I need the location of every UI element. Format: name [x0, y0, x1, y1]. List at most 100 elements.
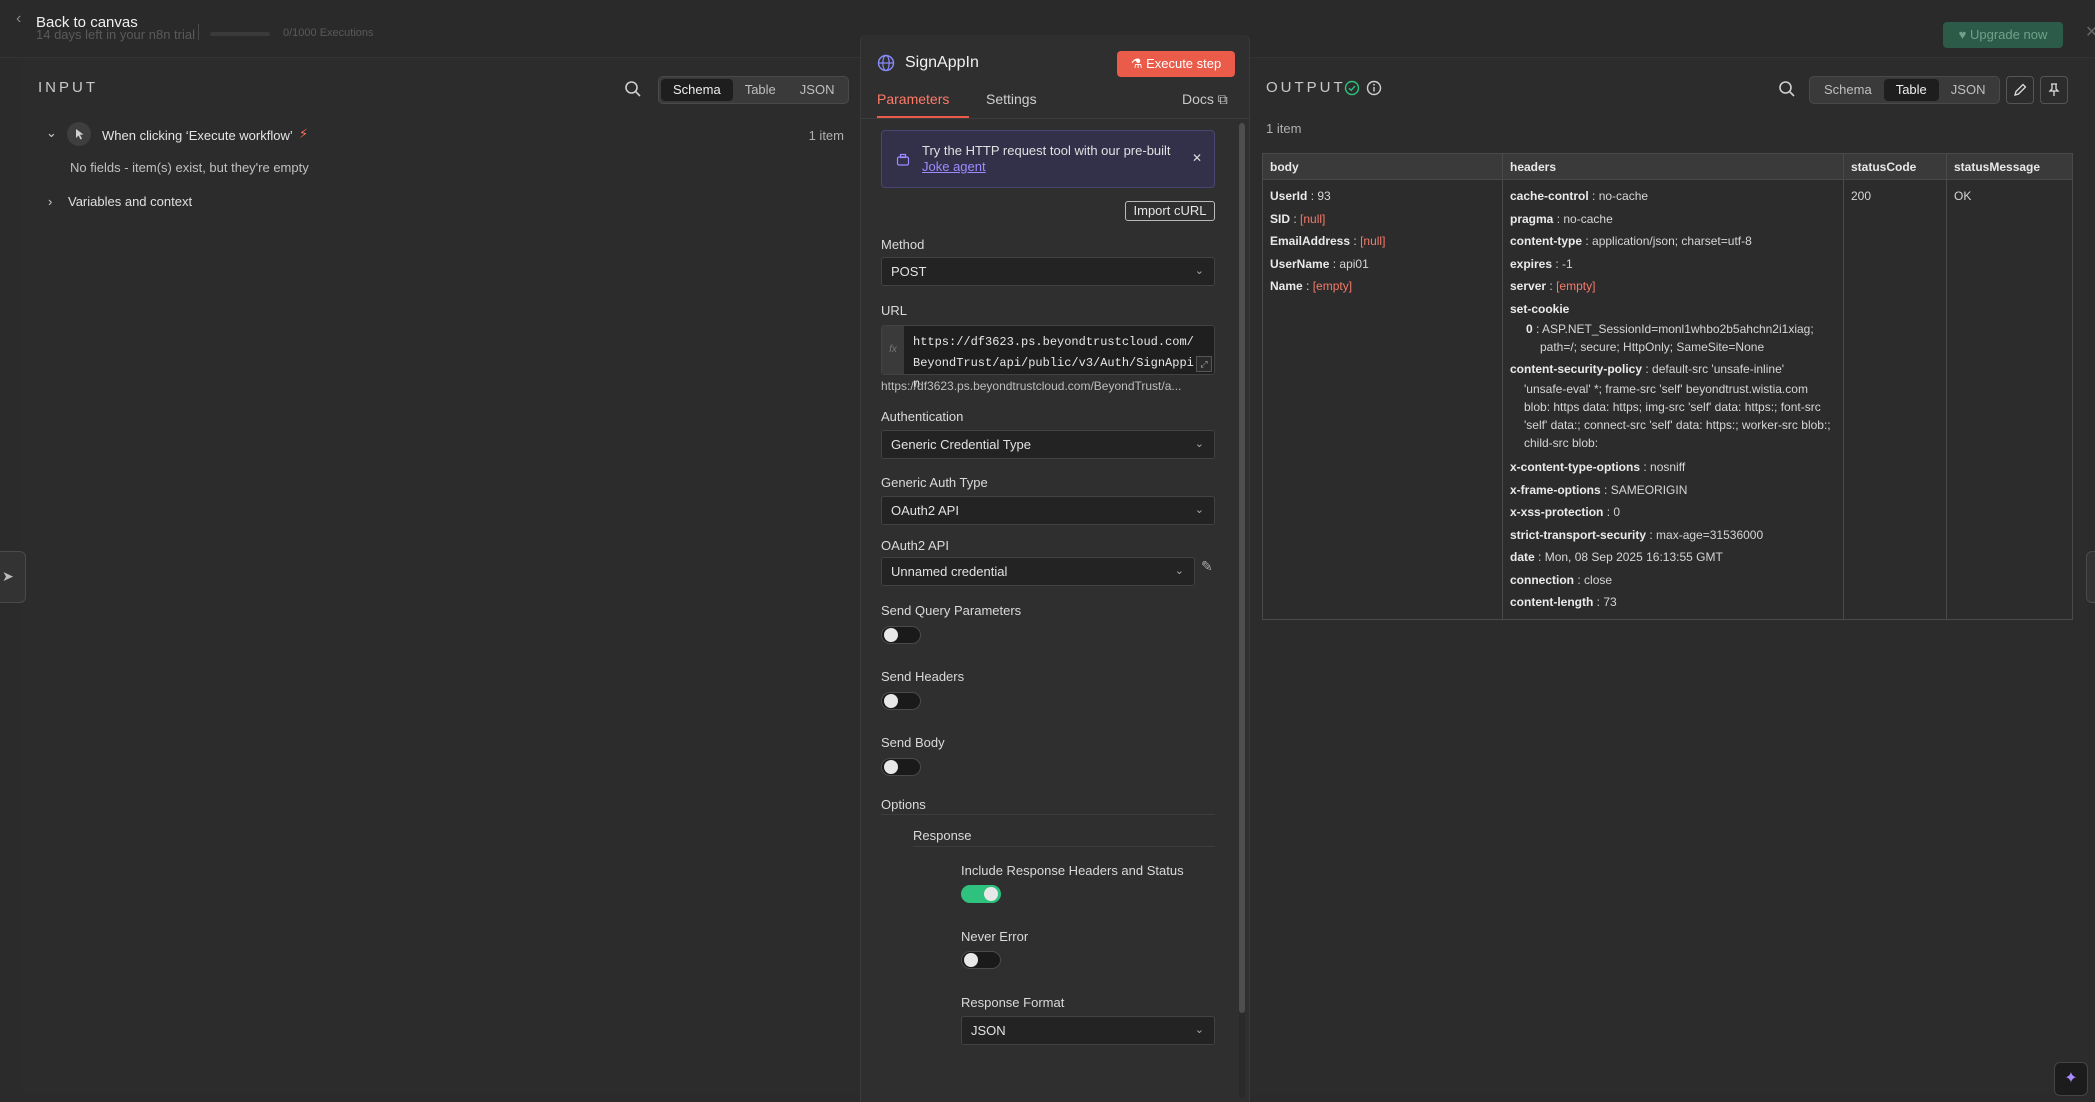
- options-label: Options: [881, 797, 926, 812]
- header-field: content-type : application/json; charset…: [1510, 234, 1752, 248]
- pin-icon: [2048, 83, 2060, 96]
- body-field: SID : [null]: [1270, 211, 1326, 226]
- header-field: content-length : 73: [1510, 595, 1617, 609]
- chevron-down-icon: ⌄: [1194, 438, 1204, 450]
- send-headers-label: Send Headers: [881, 669, 965, 684]
- back-arrow-icon[interactable]: ‹: [16, 10, 21, 28]
- send-headers-toggle[interactable]: [881, 692, 921, 710]
- cursor-icon: ➤: [2, 568, 14, 584]
- upgrade-button[interactable]: ♥ Upgrade now: [1943, 22, 2063, 48]
- upgrade-label: Upgrade now: [1970, 27, 2048, 42]
- search-icon[interactable]: [624, 80, 642, 98]
- output-view-schema[interactable]: Schema: [1812, 79, 1884, 101]
- input-view-table[interactable]: Table: [733, 79, 788, 101]
- toggle-knob: [964, 953, 978, 967]
- search-icon[interactable]: [1778, 80, 1796, 98]
- status-message-cell: OK: [1946, 179, 2073, 620]
- close-banner-icon[interactable]: ✕: [1192, 151, 1202, 165]
- node-parameters-panel: SignAppIn ⚗ Execute step Parameters Sett…: [860, 35, 1251, 1102]
- header-field: x-frame-options : SAMEORIGIN: [1510, 482, 1688, 497]
- toggle-knob: [884, 694, 898, 708]
- execute-step-button[interactable]: ⚗ Execute step: [1117, 51, 1235, 77]
- output-title: OUTPUT: [1266, 79, 1346, 96]
- close-icon[interactable]: ✕: [2085, 22, 2095, 42]
- include-response-headers-label: Include Response Headers and Status: [961, 863, 1184, 878]
- chevron-down-icon[interactable]: ⌄: [46, 125, 57, 141]
- right-panel-drag-handle[interactable]: [2086, 551, 2095, 603]
- variables-and-context-toggle[interactable]: Variables and context: [68, 194, 192, 209]
- authentication-select[interactable]: Generic Credential Type ⌄: [881, 430, 1215, 459]
- output-view-json[interactable]: JSON: [1939, 79, 1998, 101]
- tab-parameters[interactable]: Parameters: [877, 91, 949, 107]
- docs-link[interactable]: Docs ⧉: [1182, 91, 1228, 108]
- method-label: Method: [881, 237, 925, 252]
- executions-progress-bar: [210, 32, 270, 36]
- edit-credential-icon[interactable]: ✎: [1201, 558, 1213, 575]
- oauth2-credential-select[interactable]: Unnamed credential ⌄: [881, 557, 1195, 586]
- column-header-body[interactable]: body: [1262, 153, 1503, 180]
- execute-step-label: Execute step: [1146, 56, 1222, 71]
- import-curl-button[interactable]: Import cURL: [1125, 201, 1215, 221]
- header-field: expires : -1: [1510, 256, 1573, 271]
- joke-agent-link[interactable]: Joke agent: [922, 159, 986, 174]
- oauth2-api-label: OAuth2 API: [881, 538, 949, 553]
- chevron-down-icon: ⌄: [1194, 504, 1204, 516]
- include-response-headers-toggle[interactable]: [961, 885, 1001, 903]
- input-title: INPUT: [38, 79, 98, 96]
- pointer-icon: [67, 122, 91, 146]
- trigger-node-label[interactable]: When clicking ‘Execute workflow’: [102, 128, 293, 143]
- oauth2-credential-value: Unnamed credential: [891, 564, 1008, 579]
- body-field: UserName : api01: [1270, 256, 1369, 271]
- input-view-switcher: Schema Table JSON: [658, 76, 850, 104]
- header-field: set-cookie: [1510, 301, 1570, 316]
- edit-output-button[interactable]: [2006, 76, 2034, 104]
- header-field: x-xss-protection : 0: [1510, 505, 1621, 519]
- scrollbar-thumb[interactable]: [1239, 123, 1245, 1013]
- toggle-knob: [984, 887, 998, 901]
- send-body-label: Send Body: [881, 735, 945, 750]
- header-field: 0 : ASP.NET_SessionId=monl1whbo2b5ahchn2…: [1526, 322, 1814, 336]
- input-view-schema[interactable]: Schema: [661, 79, 733, 101]
- response-label: Response: [913, 828, 972, 843]
- header-field: x-content-type-options : nosniff: [1510, 460, 1686, 474]
- output-view-table[interactable]: Table: [1883, 79, 1939, 101]
- http-tool-banner: Try the HTTP request tool with our pre-b…: [881, 130, 1215, 188]
- chevron-down-icon: ⌄: [1194, 1024, 1204, 1036]
- input-panel: INPUT Schema Table JSON ⌄ When clicking …: [22, 58, 860, 1094]
- trial-text: 14 days left in your n8n trial: [36, 27, 195, 42]
- url-field[interactable]: fx https://df3623.ps.beyondtrustcloud.co…: [881, 325, 1215, 391]
- header-field: content-security-policy : default-src 'u…: [1510, 362, 1785, 376]
- generic-auth-type-select[interactable]: OAuth2 API ⌄: [881, 496, 1215, 525]
- generic-auth-type-value: OAuth2 API: [891, 503, 959, 518]
- node-title[interactable]: SignAppIn: [905, 54, 979, 72]
- divider: [861, 118, 1251, 119]
- response-format-value: JSON: [971, 1023, 1006, 1038]
- body-field: UserId : 93: [1270, 189, 1331, 203]
- header-field: pragma : no-cache: [1510, 211, 1613, 226]
- tab-settings[interactable]: Settings: [986, 91, 1037, 107]
- method-select[interactable]: POST ⌄: [881, 257, 1215, 286]
- pencil-icon: [2014, 83, 2027, 96]
- column-header-statuscode[interactable]: statusCode: [1843, 153, 1947, 180]
- body-field: EmailAddress : [null]: [1270, 234, 1386, 248]
- divider: [198, 24, 199, 40]
- never-error-label: Never Error: [961, 929, 1029, 944]
- pin-output-button[interactable]: [2040, 76, 2068, 104]
- authentication-label: Authentication: [881, 409, 964, 424]
- divider: [881, 814, 1215, 815]
- output-panel: OUTPUT Schema Table JSON 1 item body hea…: [1250, 58, 2088, 1094]
- column-header-statusmessage[interactable]: statusMessage: [1946, 153, 2073, 180]
- info-icon[interactable]: [1366, 80, 1382, 96]
- globe-icon: [877, 54, 895, 72]
- left-panel-drag-handle[interactable]: ➤: [0, 551, 26, 603]
- expand-icon[interactable]: ⤢: [1196, 356, 1212, 372]
- send-query-parameters-toggle[interactable]: [881, 626, 921, 644]
- send-body-toggle[interactable]: [881, 758, 921, 776]
- chevron-right-icon[interactable]: ›: [48, 194, 52, 209]
- never-error-toggle[interactable]: [961, 951, 1001, 969]
- tool-icon: [896, 153, 910, 166]
- response-format-select[interactable]: JSON ⌄: [961, 1016, 1215, 1045]
- ai-assistant-sparkle-icon[interactable]: ✦: [2054, 1062, 2088, 1096]
- column-header-headers[interactable]: headers: [1502, 153, 1844, 180]
- input-view-json[interactable]: JSON: [788, 79, 847, 101]
